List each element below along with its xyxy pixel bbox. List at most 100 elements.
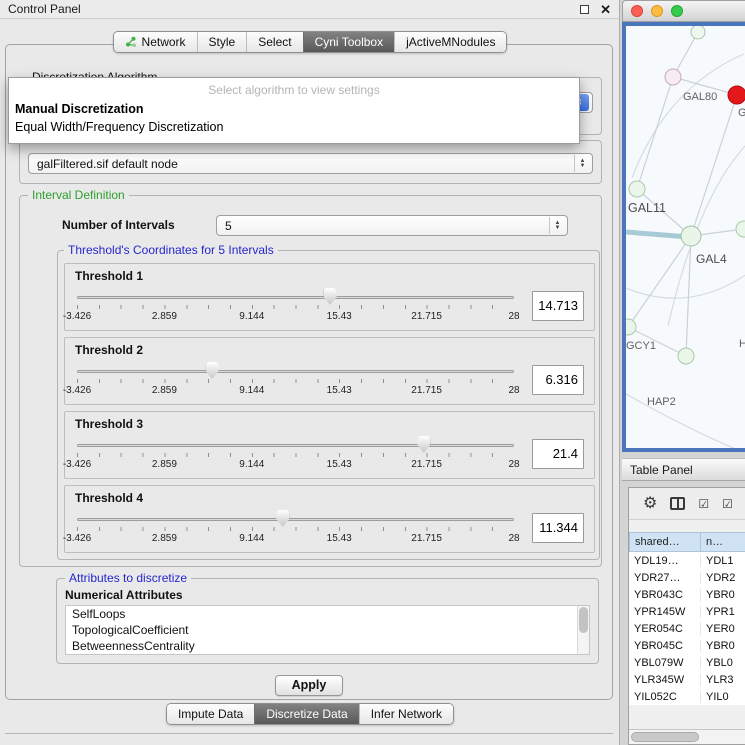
list-item[interactable]: TopologicalCoefficient [66,622,589,638]
table-cell[interactable]: YBR043C [629,589,701,601]
tab-select-label: Select [258,35,291,49]
tab-discretize-data[interactable]: Discretize Data [254,704,358,724]
threshold-3-value-field[interactable]: 21.4 [532,439,584,469]
column-header-shared-name[interactable]: shared… [629,532,701,552]
table-row[interactable]: YDR27… YDR2 [629,569,745,586]
threshold-1-slider[interactable]: -3.426 2.859 9.144 15.43 21.715 28 [75,284,516,328]
number-of-intervals-value: 5 [225,219,549,233]
network-graph[interactable]: GAL80 GAL11 GAL4 GCY1 HAP2 GA H [626,26,745,448]
table-cell[interactable]: YBL0 [701,657,745,669]
threshold-2-value-field[interactable]: 6.316 [532,365,584,395]
minimize-traffic-light[interactable] [651,5,663,17]
table-row[interactable]: YPR145W YPR1 [629,603,745,620]
table-cell[interactable]: YIL052C [629,691,701,703]
scale-label: 2.859 [152,311,177,322]
slider-track[interactable] [77,296,514,299]
threshold-4-slider[interactable]: -3.426 2.859 9.144 15.43 21.715 28 [75,506,516,550]
gear-icon[interactable]: ⚙ [643,496,657,512]
node-circle[interactable] [665,69,681,85]
close-traffic-light[interactable] [631,5,643,17]
combo-stepper-icon[interactable]: ▲ ▼ [574,155,590,172]
tab-style[interactable]: Style [197,32,247,52]
scrollbar-thumb[interactable] [631,732,699,742]
slider-thumb[interactable] [206,362,219,379]
table-cell[interactable]: YBR0 [701,589,745,601]
network-view-window: GAL80 GAL11 GAL4 GCY1 HAP2 GA H [622,0,745,452]
tab-discretize-data-label: Discretize Data [266,707,347,721]
table-row[interactable]: YLR345W YLR3 [629,671,745,688]
cyni-top-tab-strip: Network Style Select Cyni Toolbox jActiv… [0,31,620,53]
table-data-group: Table Data galFiltered.sif default node … [19,140,602,184]
table-row[interactable]: YIL052C YIL0 [629,688,745,705]
slider-scale: -3.426 2.859 9.144 15.43 21.715 28 [77,459,514,471]
table-row[interactable]: YER054C YER0 [629,620,745,637]
list-item[interactable]: SelfLoops [66,606,589,622]
dropdown-item-equal-width-frequency[interactable]: Equal Width/Frequency Discretization [9,118,579,136]
threshold-3-slider[interactable]: -3.426 2.859 9.144 15.43 21.715 28 [75,432,516,476]
table-cell[interactable]: YER0 [701,623,745,635]
vertical-scrollbar[interactable] [577,606,589,654]
tab-infer-network[interactable]: Infer Network [359,704,453,724]
control-panel-window: Control Panel ✕ Network Style [0,0,620,745]
table-cell[interactable]: YPR145W [629,606,701,618]
table-cell[interactable]: YBR0 [701,640,745,652]
table-cell[interactable]: YLR3 [701,674,745,686]
table-row[interactable]: YDL19… YDL1 [629,552,745,569]
dropdown-item-manual-discretization[interactable]: Manual Discretization [9,100,579,118]
table-cell[interactable]: YPR1 [701,606,745,618]
threshold-2-slider[interactable]: -3.426 2.859 9.144 15.43 21.715 28 [75,358,516,402]
list-item[interactable]: BetweennessCentrality [66,638,589,654]
apply-button[interactable]: Apply [275,675,343,696]
table-cell[interactable]: YIL0 [701,691,745,703]
horizontal-scrollbar[interactable] [629,729,745,744]
table-spacer [629,520,745,532]
float-window-icon[interactable] [580,5,589,14]
zoom-traffic-light[interactable] [671,5,683,17]
node-circle[interactable] [736,221,745,237]
slider-track[interactable] [77,518,514,521]
slider-thumb[interactable] [324,288,337,305]
slider-thumb[interactable] [276,510,289,527]
table-row[interactable]: YBR043C YBR0 [629,586,745,603]
table-cell[interactable]: YBL079W [629,657,701,669]
table-cell[interactable]: YBR045C [629,640,701,652]
scrollbar-thumb[interactable] [579,607,588,633]
tab-cyni-toolbox[interactable]: Cyni Toolbox [303,32,394,52]
table-cell[interactable]: YDR2 [701,572,745,584]
close-icon[interactable]: ✕ [600,3,611,16]
checkbox-icon[interactable]: ☑ [722,498,733,510]
tab-network[interactable]: Network [114,32,197,52]
node-circle[interactable] [691,26,705,39]
network-canvas[interactable]: GAL80 GAL11 GAL4 GCY1 HAP2 GA H [626,26,745,448]
node-circle[interactable] [626,319,636,335]
table-cell[interactable]: YDL19… [629,555,701,567]
tab-jactivemnodules[interactable]: jActiveMNodules [394,32,506,52]
table-cell[interactable]: YER054C [629,623,701,635]
selected-node-circle[interactable] [728,86,745,104]
columns-icon[interactable] [670,497,685,510]
threshold-1-value-field[interactable]: 14.713 [532,291,584,321]
node-circle[interactable] [681,226,701,246]
node-circle[interactable] [678,348,694,364]
column-header-name[interactable]: n… [701,532,745,552]
slider-thumb[interactable] [417,436,430,453]
node-circle[interactable] [629,181,645,197]
table-cell[interactable]: YDL1 [701,555,745,567]
checkbox-icon[interactable]: ☑ [698,498,709,510]
scale-label: 21.715 [411,385,442,396]
table-data-combo[interactable]: galFiltered.sif default node ▲ ▼ [28,153,593,174]
number-of-intervals-combo[interactable]: 5 ▲ ▼ [216,215,568,236]
table-cell[interactable]: YLR345W [629,674,701,686]
table-row[interactable]: YBL079W YBL0 [629,654,745,671]
threshold-4-value-field[interactable]: 11.344 [532,513,584,543]
tab-select[interactable]: Select [246,32,302,52]
threshold-label: Threshold 1 [75,269,584,283]
slider-track[interactable] [77,444,514,447]
table-cell[interactable]: YDR27… [629,572,701,584]
slider-track[interactable] [77,370,514,373]
table-row[interactable]: YBR045C YBR0 [629,637,745,654]
tab-impute-data[interactable]: Impute Data [167,704,254,724]
network-window-titlebar[interactable] [622,0,745,22]
scale-label: 21.715 [411,311,442,322]
combo-stepper-icon[interactable]: ▲ ▼ [549,217,565,234]
